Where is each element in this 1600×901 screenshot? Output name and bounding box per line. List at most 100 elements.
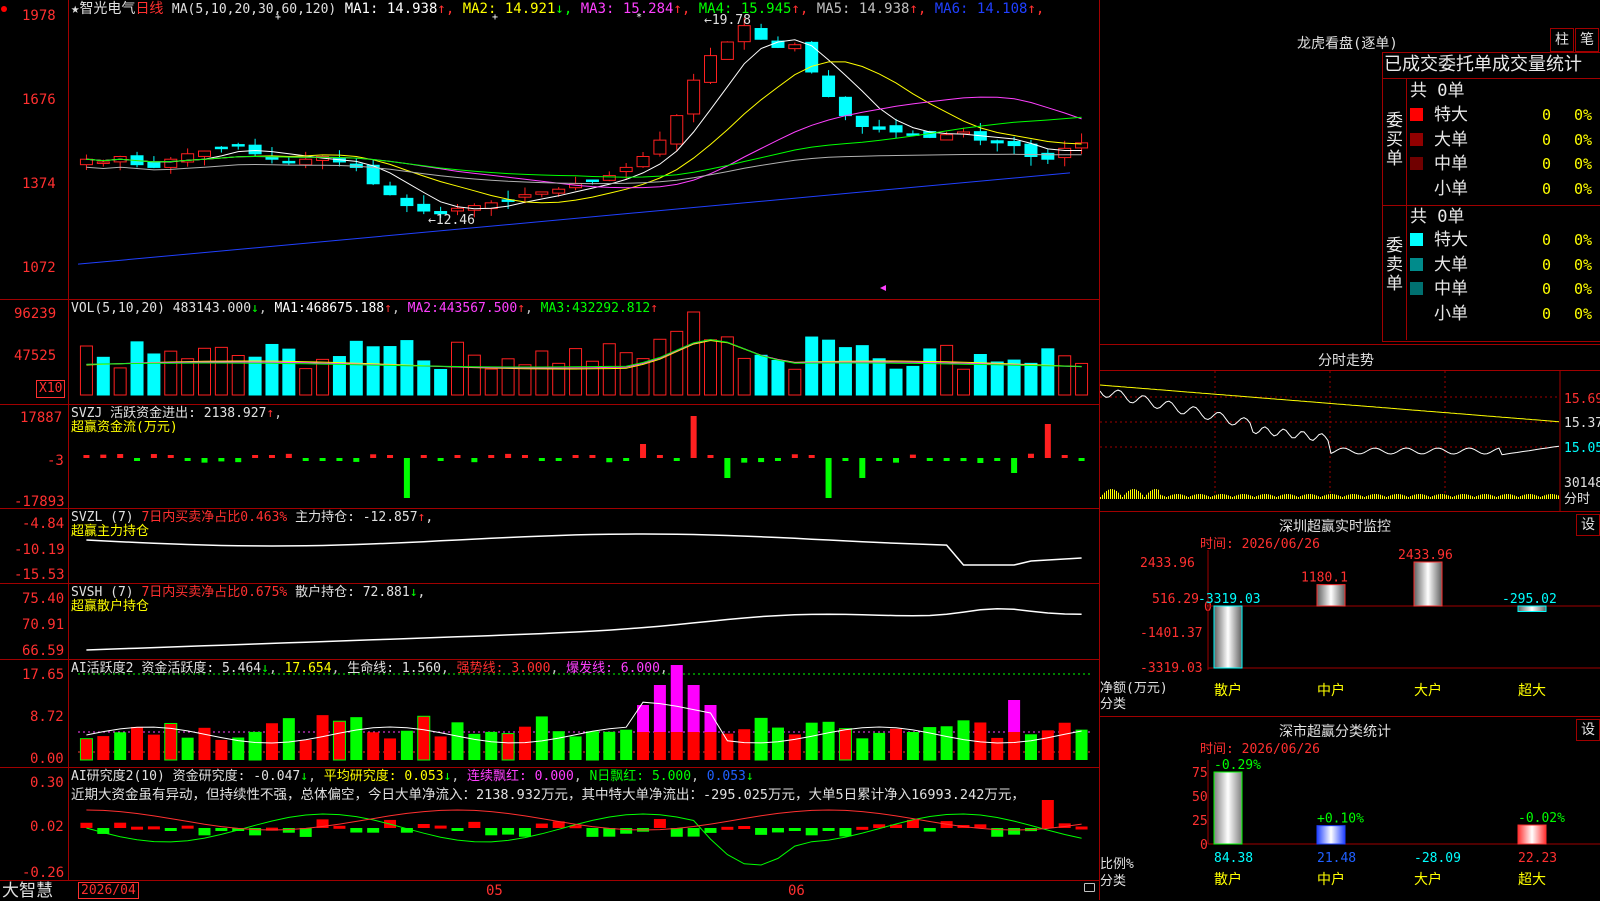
intraday-volume-bar: [1366, 496, 1367, 499]
volume-bar: [1024, 362, 1038, 396]
buy-label: 委买单: [1386, 111, 1403, 169]
buy-pct: 0%: [1574, 106, 1593, 124]
svzj-bar: [184, 458, 191, 461]
ai-active-bar: [940, 726, 953, 760]
intraday-volume-bar: [1440, 494, 1441, 499]
svsh-axis-1: 75.40: [22, 591, 65, 607]
ai-active-bar-bottom: [653, 732, 666, 760]
intraday-volume-bar: [1124, 494, 1125, 499]
svzj-bar: [724, 458, 731, 478]
intraday-volume-bar: [1262, 494, 1263, 499]
intraday-volume-bar: [1236, 495, 1237, 499]
volume-bar: [451, 341, 464, 396]
intraday-volume-bar: [1474, 496, 1475, 499]
intraday-volume-bar: [1430, 496, 1431, 499]
ai-active-bar: [1075, 729, 1088, 760]
intraday-volume-bar: [1392, 494, 1393, 499]
sz-bar-chart: 2433.96516.290-1401.37-3319.03-3319.03散户…: [1140, 548, 1600, 699]
ai-research-bar: [181, 825, 194, 829]
volume-bar: [973, 354, 987, 396]
intraday-volume-bar: [1240, 494, 1241, 499]
intraday-volume-bar: [1110, 489, 1111, 499]
intraday-volume-bar: [1384, 496, 1385, 499]
intraday-volume-bar: [1176, 494, 1177, 499]
ai-research-bar: [350, 828, 363, 833]
intraday-axis-1: 15.69: [1564, 392, 1600, 407]
divider-svzj: [0, 404, 1100, 405]
ai-research-bar: [788, 828, 801, 831]
bar-mode-button[interactable]: 柱: [1550, 28, 1574, 52]
volume-bar: [214, 346, 228, 396]
candle-body: [653, 139, 667, 155]
intraday-volume-bar: [1534, 494, 1535, 499]
intraday-volume-bar: [1186, 496, 1187, 499]
svzj-bar: [319, 458, 326, 461]
lock-icon[interactable]: [1084, 883, 1095, 892]
intraday-volume-bar: [1174, 494, 1175, 499]
candle-body: [754, 28, 768, 40]
candle-body: [400, 197, 414, 207]
intraday-volume-bar: [1234, 496, 1235, 499]
vol-unit-box[interactable]: X10: [36, 380, 66, 398]
period-label[interactable]: 日线: [135, 1, 163, 17]
ma-value-2: MA2: 14.921↓,: [454, 1, 573, 17]
ai-active-bar: [282, 718, 295, 760]
volume-bar: [434, 368, 448, 396]
intraday-volume-bar: [1310, 494, 1311, 499]
sz-bar-value: -3319.03: [1198, 592, 1261, 607]
intraday-volume-bar: [1498, 496, 1499, 499]
intraday-volume-bar: [1208, 496, 1209, 499]
price-low-annotation: ←12.46: [428, 213, 475, 228]
sell-total: 共 0单: [1410, 207, 1465, 227]
intraday-volume-bar: [1228, 495, 1229, 499]
intraday-volume-bar: [1400, 494, 1401, 499]
intraday-volume-bar: [1276, 496, 1277, 499]
ai-research-bar: [670, 828, 683, 837]
ma-value-5: MA5: 14.938↑,: [808, 1, 927, 17]
intraday-volume-bar: [1452, 496, 1453, 499]
intraday-volume-bar: [1292, 494, 1293, 499]
ai-active-bar: [603, 731, 616, 760]
intraday-volume-bar: [1108, 489, 1109, 499]
ai-active-axis-3: 0.00: [30, 751, 64, 767]
intraday-volume-bar: [1162, 495, 1163, 499]
ai-active-bar: [198, 727, 211, 760]
intraday-volume-bar: [1266, 494, 1267, 499]
intraday-volume-bar: [1200, 494, 1201, 499]
candle-body: [602, 175, 616, 181]
intraday-volume-bar: [1284, 494, 1285, 499]
ai-active-bar-bottom: [1008, 732, 1021, 760]
svzj-bar: [370, 454, 377, 458]
intraday-volume-bar: [1282, 494, 1283, 499]
intraday-volume-bar: [1544, 495, 1545, 499]
volume-bar: [147, 353, 161, 396]
intraday-volume-bar: [1260, 494, 1261, 499]
intraday-volume-bar: [1204, 494, 1205, 499]
intraday-volume-bar: [1106, 490, 1107, 499]
volume-bar: [687, 311, 701, 396]
intraday-volume-bar: [1296, 496, 1297, 499]
sz-xlabel: 分类: [1100, 697, 1127, 712]
intraday-volume-bar: [1316, 495, 1317, 499]
intraday-volume-bar: [1454, 496, 1455, 499]
intraday-volume-bar: [1278, 496, 1279, 499]
ai-active-bar: [991, 737, 1004, 760]
intraday-volume-bar: [1526, 494, 1527, 499]
sz-axis-1: 516.29: [1152, 592, 1199, 607]
svzj-bar: [842, 458, 849, 461]
ai-research-line-red: [86, 809, 1082, 831]
ai-active-bar-top: [653, 685, 666, 732]
ai-research-bar: [653, 819, 666, 828]
main-chart-area[interactable]: + + *: [0, 0, 1100, 900]
intraday-volume-bar: [1500, 495, 1501, 499]
svzl-axis-2: -10.19: [14, 542, 65, 558]
svzj-bar: [690, 416, 697, 458]
ma-value-3: MA3: 15.284↑,: [572, 1, 691, 17]
svzj-bar: [640, 444, 647, 458]
intraday-volume-bar: [1478, 495, 1479, 499]
intraday-chart[interactable]: [1100, 371, 1600, 511]
tick-mode-button[interactable]: 笔: [1575, 28, 1599, 52]
svzj-bar: [521, 455, 528, 458]
volume-bar: [400, 340, 414, 396]
ai-research-bar: [282, 828, 295, 833]
